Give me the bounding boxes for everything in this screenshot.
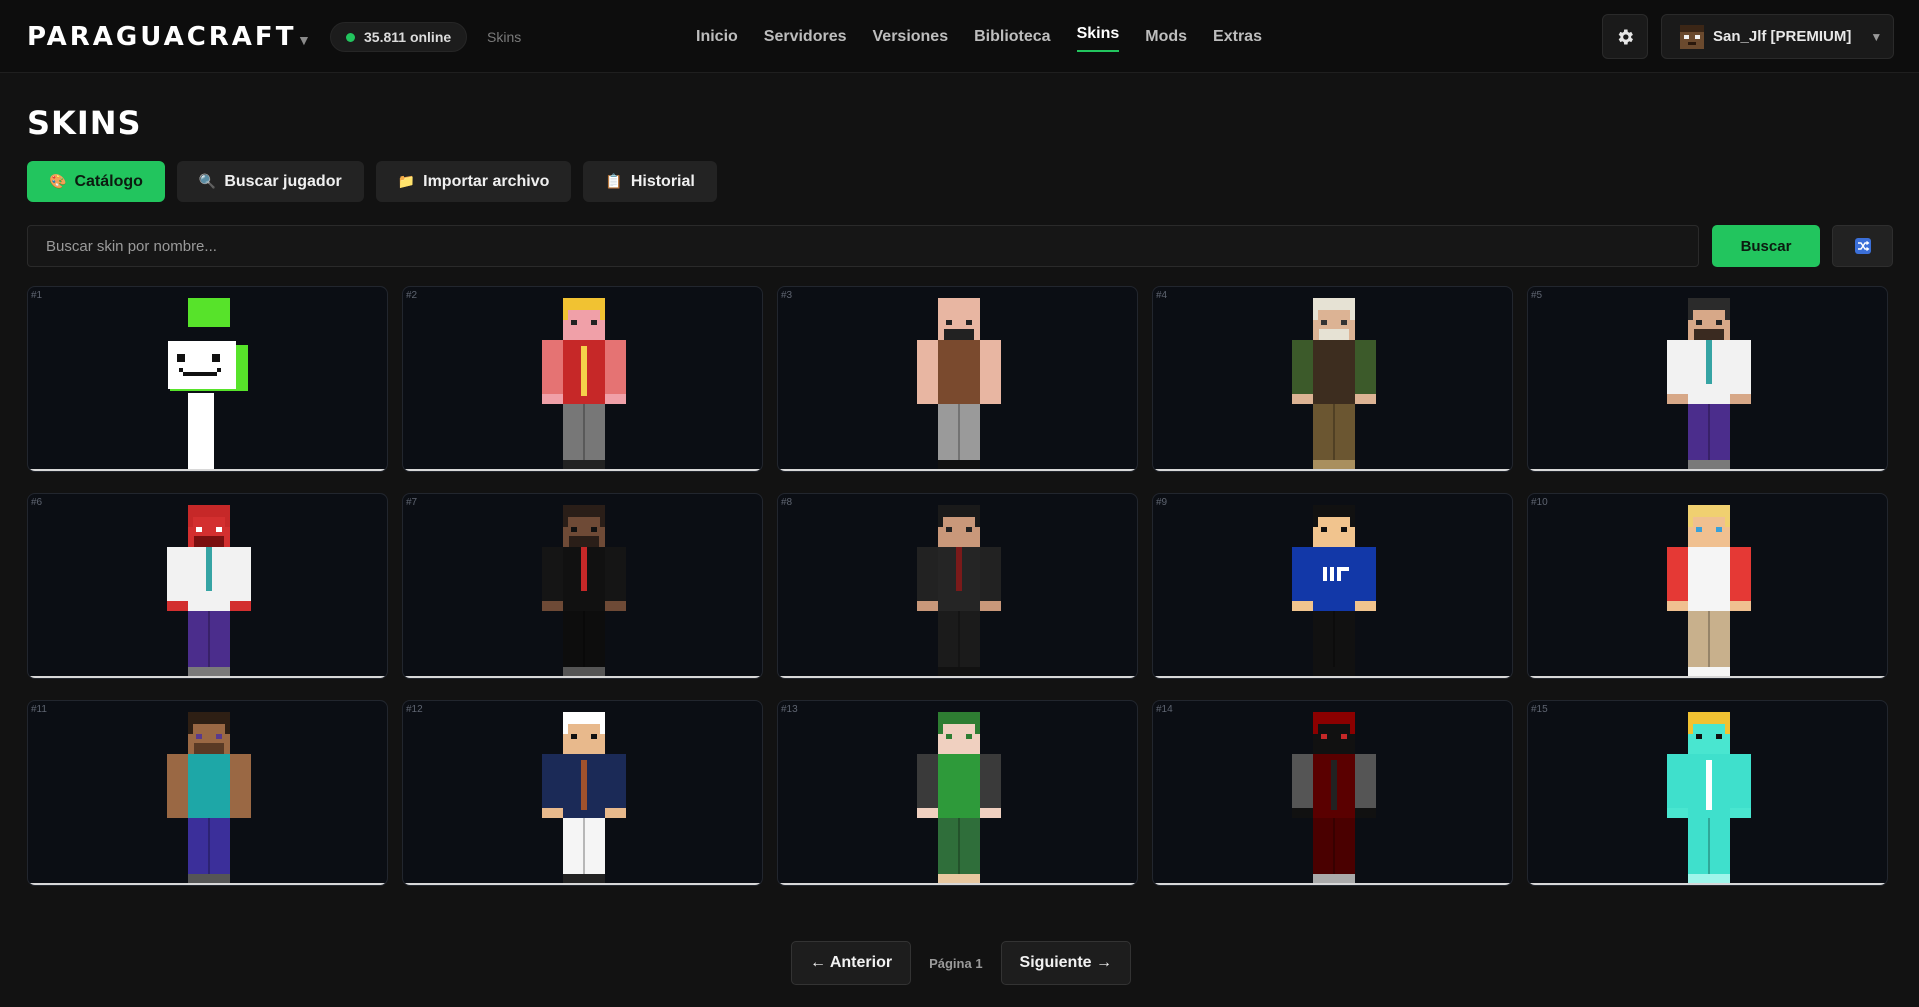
- shuffle-icon: [1854, 238, 1871, 254]
- search-icon: 🔍: [198, 173, 217, 189]
- main-nav: Inicio Servidores Versiones Biblioteca S…: [683, 0, 1275, 73]
- skin-card[interactable]: #13: [777, 700, 1138, 886]
- skin-card[interactable]: #11: [27, 700, 388, 886]
- skin-preview: [167, 298, 251, 470]
- skin-card[interactable]: #15: [1527, 700, 1888, 886]
- page-title: SKINS: [27, 104, 142, 142]
- skin-preview: [917, 505, 1001, 677]
- top-bar: PARAGUACRAFT ▼ 35.811 online Skins Inici…: [0, 0, 1919, 73]
- skin-number: #4: [1156, 290, 1168, 301]
- skin-number: #14: [1156, 704, 1173, 715]
- nav-item-extras[interactable]: Extras: [1200, 0, 1275, 73]
- pagination: ← Anterior Página 1 Siguiente →: [791, 941, 1131, 985]
- skin-card[interactable]: #3: [777, 286, 1138, 472]
- settings-button[interactable]: [1602, 14, 1648, 59]
- nav-item-servidores[interactable]: Servidores: [751, 0, 860, 73]
- palette-icon: 🎨: [49, 173, 67, 189]
- skin-number: #7: [406, 497, 418, 508]
- skins-tabs: 🎨 Catálogo 🔍 Buscar jugador 📁 Importar a…: [27, 161, 717, 202]
- skin-card[interactable]: #14: [1152, 700, 1513, 886]
- folder-icon: 📁: [397, 173, 416, 189]
- brand-dropdown-caret[interactable]: ▼: [297, 32, 311, 48]
- gear-icon: [1618, 29, 1633, 44]
- tab-historial[interactable]: 📋 Historial: [583, 161, 717, 202]
- next-page-button[interactable]: Siguiente →: [1000, 941, 1131, 985]
- skin-grid: #1 #2 #3 #4 #5 #6 #7 #8 #9 #10 #11 #12 #…: [27, 286, 1888, 886]
- skin-preview: [1667, 298, 1751, 470]
- skin-preview: [1292, 298, 1376, 470]
- skin-card[interactable]: #9: [1152, 493, 1513, 679]
- nav-item-versiones[interactable]: Versiones: [860, 0, 962, 73]
- skin-number: #9: [1156, 497, 1168, 508]
- skin-preview: [917, 712, 1001, 884]
- skin-preview: [542, 712, 626, 884]
- skin-card[interactable]: #12: [402, 700, 763, 886]
- tab-importar-archivo[interactable]: 📁 Importar archivo: [375, 161, 572, 202]
- skin-preview: [1292, 712, 1376, 884]
- skin-number: #1: [31, 290, 43, 301]
- skin-card[interactable]: #1: [27, 286, 388, 472]
- skin-card[interactable]: #6: [27, 493, 388, 679]
- skin-number: #3: [781, 290, 793, 301]
- skin-number: #12: [406, 704, 423, 715]
- skin-preview: [167, 505, 251, 677]
- online-status-dot: [346, 32, 355, 42]
- skin-card[interactable]: #10: [1527, 493, 1888, 679]
- clipboard-icon: 📋: [605, 173, 623, 189]
- tab-label: Catálogo: [74, 172, 143, 190]
- skin-number: #15: [1531, 704, 1548, 715]
- search-button[interactable]: Buscar: [1712, 225, 1820, 267]
- skin-card[interactable]: #2: [402, 286, 763, 472]
- avatar: [1680, 24, 1704, 49]
- user-name: San_Jlf [PREMIUM]: [1713, 28, 1852, 45]
- page-indicator: Página 1: [929, 955, 983, 971]
- tab-label: Buscar jugador: [224, 172, 342, 190]
- skin-number: #10: [1531, 497, 1548, 508]
- skin-number: #2: [406, 290, 418, 301]
- skin-card[interactable]: #4: [1152, 286, 1513, 472]
- skin-number: #5: [1531, 290, 1543, 301]
- nav-item-mods[interactable]: Mods: [1132, 0, 1200, 73]
- nav-item-biblioteca[interactable]: Biblioteca: [961, 0, 1063, 73]
- chevron-down-icon: ▼: [1870, 29, 1883, 44]
- breadcrumb: Skins: [487, 29, 522, 45]
- online-count-badge: 35.811 online: [330, 22, 468, 52]
- online-count-text: 35.811 online: [364, 29, 452, 45]
- tab-label: Historial: [630, 172, 695, 190]
- skin-preview: [1667, 505, 1751, 677]
- skin-card[interactable]: #7: [402, 493, 763, 679]
- skin-number: #6: [31, 497, 43, 508]
- previous-page-button[interactable]: ← Anterior: [791, 941, 912, 985]
- skin-card[interactable]: #5: [1527, 286, 1888, 472]
- user-menu-button[interactable]: San_Jlf [PREMIUM] ▼: [1661, 14, 1894, 59]
- skin-preview: [917, 298, 1001, 470]
- tab-catalogo[interactable]: 🎨 Catálogo: [27, 161, 165, 202]
- tab-label: Importar archivo: [423, 172, 550, 190]
- skin-number: #8: [781, 497, 793, 508]
- random-skin-button[interactable]: [1832, 225, 1893, 267]
- nav-item-inicio[interactable]: Inicio: [683, 0, 751, 73]
- skin-preview: [1292, 505, 1376, 677]
- skin-preview: [542, 298, 626, 470]
- skin-preview: [167, 712, 251, 884]
- skin-card[interactable]: #8: [777, 493, 1138, 679]
- tab-buscar-jugador[interactable]: 🔍 Buscar jugador: [176, 161, 364, 202]
- skin-preview: [542, 505, 626, 677]
- skin-preview: [1667, 712, 1751, 884]
- skin-number: #11: [31, 704, 47, 715]
- nav-item-skins[interactable]: Skins: [1064, 0, 1133, 73]
- skin-number: #13: [781, 704, 798, 715]
- brand-logo[interactable]: PARAGUACRAFT: [27, 22, 296, 52]
- skin-search-input[interactable]: [27, 225, 1699, 267]
